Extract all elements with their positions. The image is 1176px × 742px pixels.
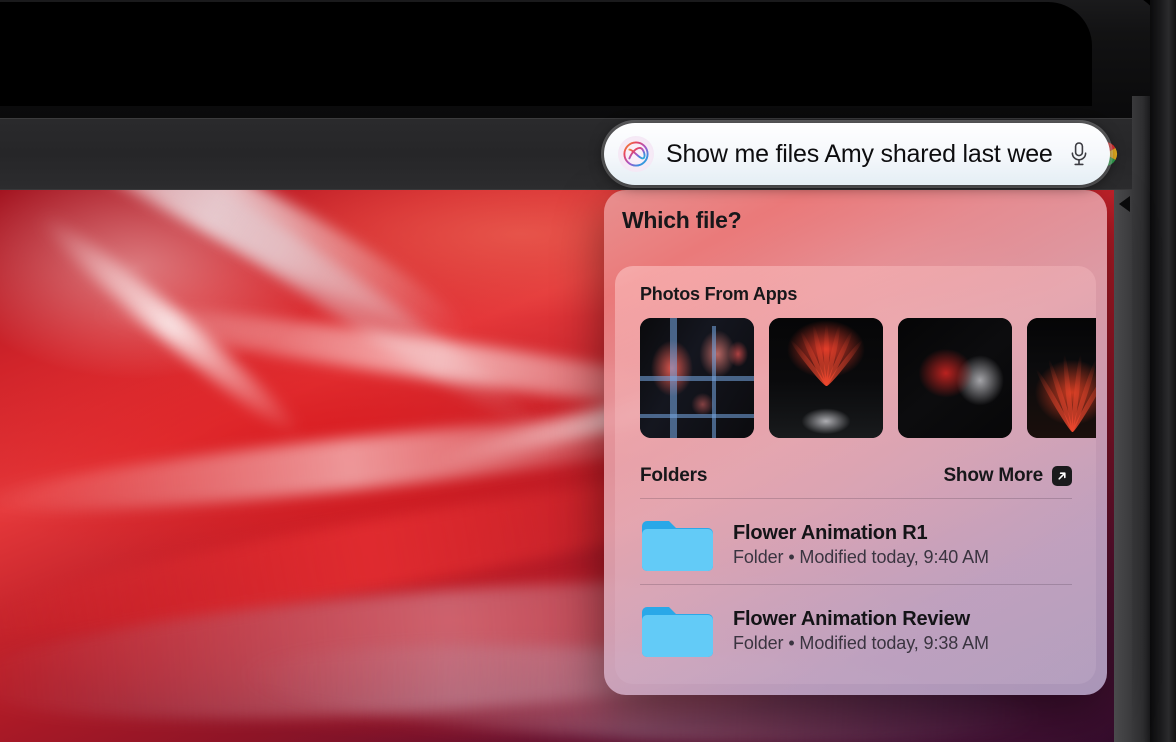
folder-subtitle: Folder • Modified today, 9:38 AM — [733, 633, 989, 653]
folder-icon — [640, 516, 715, 574]
panel-title: Which file? — [622, 207, 742, 233]
folder-icon — [640, 602, 715, 660]
search-query-text: Show me files Amy shared last week — [666, 139, 1054, 168]
photo-thumbnail-3[interactable] — [898, 318, 1012, 438]
scroll-left-arrow-icon[interactable] — [1119, 196, 1130, 212]
folder-row-1[interactable]: Flower Animation R1 Folder • Modified to… — [640, 506, 1072, 584]
spotlight-search-field[interactable]: Show me files Amy shared last week — [604, 123, 1110, 185]
folders-divider-top — [640, 498, 1072, 499]
photo-strip — [640, 318, 1096, 438]
display-bezel-right — [1150, 0, 1176, 742]
results-card: Photos From Apps Folders Show More Flowe… — [615, 266, 1096, 684]
photo-thumbnail-4[interactable] — [1027, 318, 1096, 438]
folder-subtitle: Folder • Modified today, 9:40 AM — [733, 547, 989, 567]
folder-name: Flower Animation Review — [733, 608, 970, 630]
display-bezel-top — [0, 0, 1170, 118]
folders-section-title: Folders — [640, 465, 708, 486]
photo-thumbnail-2[interactable] — [769, 318, 883, 438]
scrollbar[interactable] — [1114, 190, 1132, 742]
photos-section-title: Photos From Apps — [640, 284, 798, 304]
microphone-icon[interactable] — [1066, 138, 1092, 170]
display-bezel-right-inner — [1132, 96, 1150, 742]
folder-row-2[interactable]: Flower Animation Review Folder • Modifie… — [640, 592, 1072, 670]
show-more-label: Show More — [943, 465, 1043, 486]
siri-infinity-icon — [618, 136, 654, 172]
spotlight-results-panel: Which file? Photos From Apps Folders Sho… — [604, 190, 1107, 695]
folder-name: Flower Animation R1 — [733, 522, 928, 544]
search-input[interactable]: Show me files Amy shared last week — [666, 140, 1054, 169]
show-more-button[interactable]: Show More — [943, 465, 1072, 487]
screenshot-root: Which file? Photos From Apps Folders Sho… — [0, 0, 1176, 742]
folders-divider-middle — [640, 584, 1072, 585]
photo-thumbnail-1[interactable] — [640, 318, 754, 438]
folders-header: Folders Show More — [640, 461, 1072, 491]
arrow-up-right-box-icon — [1052, 466, 1072, 486]
